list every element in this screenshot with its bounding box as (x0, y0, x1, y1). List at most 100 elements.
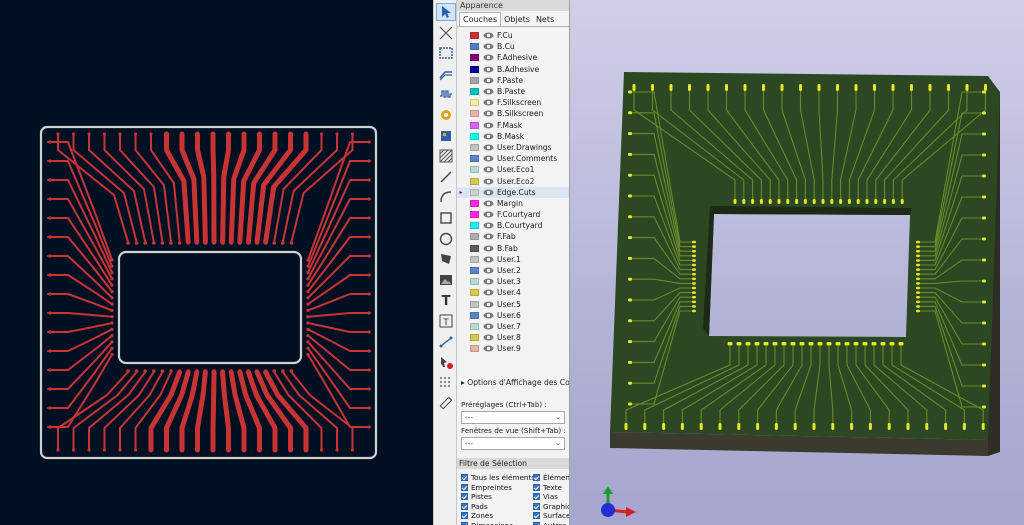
eye-icon[interactable] (483, 99, 494, 106)
layer-row[interactable]: User.Comments (457, 153, 569, 164)
checkbox[interactable] (533, 483, 540, 491)
layer-row[interactable]: Margin (457, 198, 569, 209)
add-text-tool-icon[interactable]: T (436, 291, 456, 309)
layer-row[interactable]: F.Adhesive (457, 52, 569, 63)
layer-color-swatch[interactable] (470, 110, 479, 118)
add-via-tool-icon[interactable] (436, 106, 456, 124)
add-footprint-tool-icon[interactable] (436, 127, 456, 145)
filter-checkbox-item[interactable]: Surface (533, 511, 569, 521)
layer-color-swatch[interactable] (470, 166, 479, 174)
tune-length-tool-icon[interactable] (436, 85, 456, 103)
layer-color-swatch[interactable] (470, 155, 479, 163)
layer-color-swatch[interactable] (470, 311, 479, 319)
add-image-tool-icon[interactable] (436, 271, 456, 289)
layer-row[interactable]: F.Mask (457, 120, 569, 131)
checkbox[interactable] (533, 502, 540, 510)
layer-row[interactable]: B.Fab (457, 243, 569, 254)
layer-row[interactable]: F.Silkscreen (457, 97, 569, 108)
layer-color-swatch[interactable] (470, 211, 479, 219)
layer-color-swatch[interactable] (470, 32, 479, 40)
pcb-editor-canvas[interactable] (0, 0, 433, 525)
eye-icon[interactable] (483, 178, 494, 185)
eye-icon[interactable] (483, 334, 494, 341)
eye-icon[interactable] (483, 301, 494, 308)
checkbox[interactable] (533, 512, 540, 520)
checkbox[interactable] (461, 474, 468, 482)
layer-row[interactable]: B.Mask (457, 131, 569, 142)
layer-row[interactable]: F.Paste (457, 75, 569, 86)
layer-color-swatch[interactable] (470, 188, 479, 196)
layer-row[interactable]: B.Courtyard (457, 220, 569, 231)
filter-checkbox-item[interactable]: Empreintes (461, 483, 512, 493)
presets-dropdown[interactable]: --- ⌄ (461, 411, 565, 424)
eye-icon[interactable] (483, 211, 494, 218)
layer-row[interactable]: User.5 (457, 299, 569, 310)
filter-checkbox-item[interactable]: Texte (533, 483, 562, 493)
layer-row[interactable]: F.Courtyard (457, 209, 569, 220)
layer-row[interactable]: B.Paste (457, 86, 569, 97)
checkbox[interactable] (461, 502, 468, 510)
draw-rectangle-tool-icon[interactable] (436, 209, 456, 227)
tab-objets[interactable]: Objets (501, 13, 533, 26)
draw-line-tool-icon[interactable] (436, 168, 456, 186)
filter-checkbox-item[interactable]: Vias (533, 492, 558, 502)
filter-checkbox-item[interactable]: Zones (461, 511, 493, 521)
checkbox[interactable] (533, 493, 540, 501)
layer-row[interactable]: User.3 (457, 276, 569, 287)
eye-icon[interactable] (483, 32, 494, 39)
layer-row[interactable]: User.4 (457, 287, 569, 298)
layer-color-swatch[interactable] (470, 76, 479, 84)
checkbox[interactable] (461, 512, 468, 520)
layer-row[interactable]: B.Adhesive (457, 64, 569, 75)
filter-checkbox-item[interactable]: Pads (461, 502, 488, 512)
tab-nets[interactable]: Nets (533, 13, 557, 26)
eye-icon[interactable] (483, 312, 494, 319)
eye-icon[interactable] (483, 88, 494, 95)
add-zone-tool-icon[interactable] (436, 147, 456, 165)
layer-row[interactable]: User.Eco2 (457, 175, 569, 186)
eye-icon[interactable] (483, 267, 494, 274)
eye-icon[interactable] (483, 200, 494, 207)
layer-color-swatch[interactable] (470, 99, 479, 107)
eye-icon[interactable] (483, 323, 494, 330)
eye-icon[interactable] (483, 155, 494, 162)
checkbox[interactable] (461, 483, 468, 491)
eye-icon[interactable] (483, 245, 494, 252)
viewports-dropdown[interactable]: --- ⌄ (461, 437, 565, 450)
3d-viewer[interactable] (570, 0, 1024, 525)
eye-icon[interactable] (483, 54, 494, 61)
grid-origin-tool-icon[interactable] (436, 374, 456, 392)
layer-row[interactable]: F.Fab (457, 231, 569, 242)
eye-icon[interactable] (483, 77, 494, 84)
draw-polygon-tool-icon[interactable] (436, 250, 456, 268)
layer-color-swatch[interactable] (470, 289, 479, 297)
layer-row[interactable]: B.Cu (457, 41, 569, 52)
eye-icon[interactable] (483, 278, 494, 285)
select-arrow-tool-icon[interactable] (436, 3, 456, 21)
layer-color-swatch[interactable] (470, 300, 479, 308)
layer-row[interactable]: User.1 (457, 254, 569, 265)
layer-row[interactable]: User.7 (457, 321, 569, 332)
layer-color-swatch[interactable] (470, 177, 479, 185)
eye-icon[interactable] (483, 222, 494, 229)
layer-row[interactable]: ▸ Edge.Cuts (457, 186, 569, 198)
route-track-tool-icon[interactable] (436, 44, 456, 62)
layer-row[interactable]: User.Eco1 (457, 164, 569, 175)
delete-tool-tool-icon[interactable] (436, 353, 456, 371)
layer-row[interactable]: User.2 (457, 265, 569, 276)
layer-color-swatch[interactable] (470, 43, 479, 51)
layer-color-swatch[interactable] (470, 322, 479, 330)
layer-color-swatch[interactable] (470, 121, 479, 129)
layer-color-swatch[interactable] (470, 278, 479, 286)
layer-color-swatch[interactable] (470, 244, 479, 252)
tab-couches[interactable]: Couches (459, 12, 502, 26)
route-diff-pair-tool-icon[interactable] (436, 65, 456, 83)
layer-color-swatch[interactable] (470, 65, 479, 73)
layer-row[interactable]: B.Silkscreen (457, 108, 569, 119)
layer-color-swatch[interactable] (470, 54, 479, 62)
layer-color-swatch[interactable] (470, 233, 479, 241)
eye-icon[interactable] (483, 256, 494, 263)
layer-color-swatch[interactable] (470, 345, 479, 353)
eye-icon[interactable] (483, 43, 494, 50)
filter-checkbox-item[interactable]: Autres (533, 521, 566, 525)
